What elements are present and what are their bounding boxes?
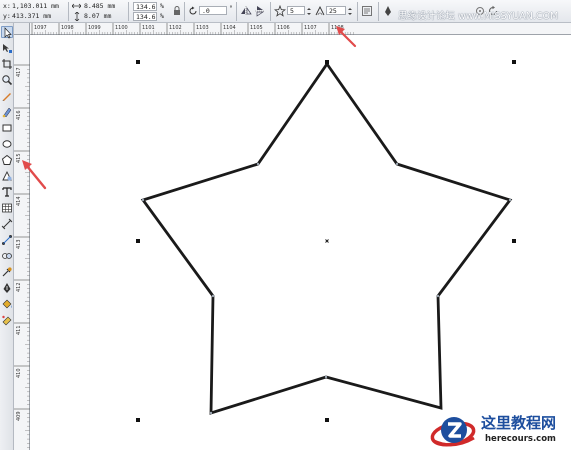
site-url: herecours.com: [485, 434, 556, 444]
site-name: 这里教程网: [481, 414, 557, 432]
arrow-to-polygon-tool-icon: [22, 160, 47, 190]
arrow-to-sharpness-icon: [336, 26, 357, 48]
annotation-overlay: [22, 26, 357, 190]
